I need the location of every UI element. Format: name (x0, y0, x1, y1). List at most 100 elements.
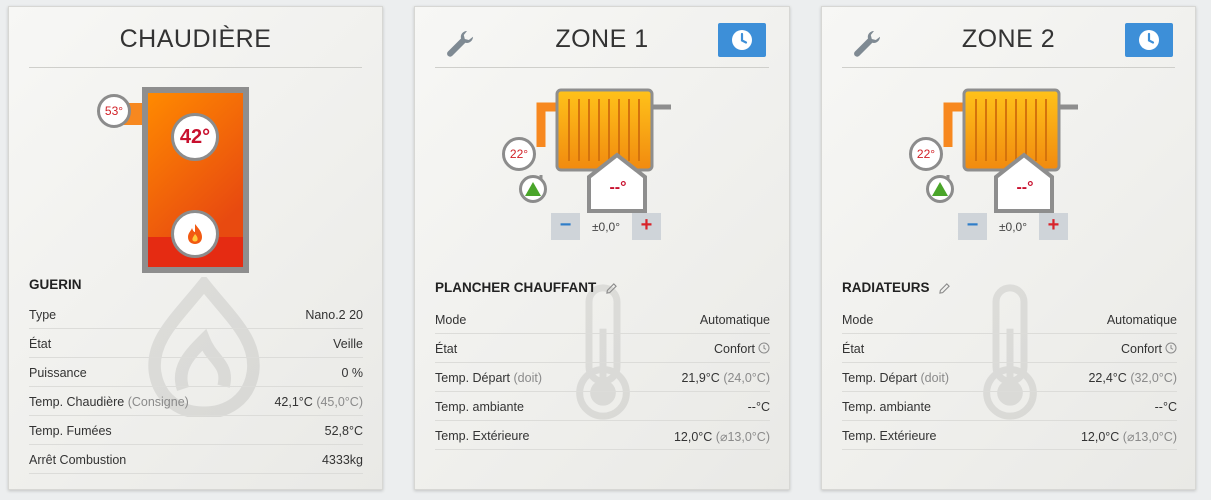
row-label-note: (doit) (920, 371, 949, 385)
row-label-note: (Consigne) (127, 395, 189, 409)
row-value-note: (⌀13,0°C) (1122, 429, 1177, 444)
row-value: 0 % (341, 366, 363, 380)
zone1-offset-value: ±0,0° (591, 219, 621, 234)
pump-icon (932, 182, 948, 196)
flue-temp-bubble: 53° (97, 94, 131, 128)
pencil-icon[interactable] (606, 283, 617, 294)
row-label-text: Mode (842, 313, 874, 327)
row-value-text: Automatique (1106, 313, 1177, 327)
row-value-text: Automatique (699, 313, 770, 327)
zone1-decrease-button[interactable]: − (551, 213, 580, 240)
row-label: Puissance (29, 366, 87, 380)
zone1-info-table: Mode Automatique État Confort Temp. Départ (… (435, 305, 770, 450)
row-label-text: Arrêt Combustion (29, 453, 127, 467)
zone1-pipe-temp-bubble: 22° (502, 137, 536, 171)
table-row: Arrêt Combustion 4333kg (29, 445, 363, 474)
zone2-room-temp: --° (1016, 179, 1034, 196)
zone1-name-label: PLANCHER CHAUFFANT (435, 280, 597, 295)
row-value-text: 12,0°C (1080, 429, 1120, 444)
row-value-note: (⌀13,0°C) (715, 429, 770, 444)
row-value-note: (32,0°C) (1130, 371, 1177, 385)
row-value-text: 0 % (341, 366, 363, 380)
row-value-text: Veille (333, 337, 363, 351)
row-label: Temp. Fumées (29, 424, 112, 438)
table-row: Type Nano.2 20 (29, 300, 363, 329)
row-value: Confort (1121, 342, 1177, 356)
water-temp-bubble: 42° (171, 113, 219, 161)
zone2-increase-button[interactable]: + (1039, 213, 1068, 240)
row-value: 21,9°C (24,0°C) (681, 371, 770, 385)
zone2-name-label: RADIATEURS (842, 280, 930, 295)
zone1-offset-control: − ±0,0° + (551, 213, 661, 240)
table-row: Temp. Départ (doit) 21,9°C (24,0°C) (435, 363, 770, 392)
table-row: État Confort (435, 334, 770, 363)
row-label-note: (doit) (513, 371, 542, 385)
row-value: 22,4°C (32,0°C) (1088, 371, 1177, 385)
schedule-button[interactable] (718, 23, 766, 57)
row-label: Temp. Départ (doit) (842, 371, 949, 385)
row-value-text: Nano.2 20 (305, 308, 363, 322)
title-divider (435, 67, 769, 68)
row-value: 42,1°C (45,0°C) (274, 395, 363, 409)
row-value-text: 4333kg (321, 453, 363, 467)
zone1-name: PLANCHER CHAUFFANT (435, 280, 617, 295)
row-label-text: Temp. ambiante (435, 400, 524, 414)
row-value-note: (24,0°C) (723, 371, 770, 385)
row-label-text: Temp. Départ (435, 371, 511, 385)
row-value: Automatique (700, 313, 770, 327)
row-label: Mode (842, 313, 873, 327)
zone1-room-temp: --° (609, 179, 627, 196)
row-value: Confort (714, 342, 770, 356)
zone1-increase-button[interactable]: + (632, 213, 661, 240)
table-row: État Veille (29, 329, 363, 358)
row-value-text: --°C (1154, 400, 1177, 414)
row-value-text: 42,1°C (274, 395, 313, 409)
row-label: Temp. ambiante (842, 400, 931, 414)
row-value: Nano.2 20 (305, 308, 363, 322)
boiler-card: CHAUDIÈRE 53° 42° GUERIN Type Nano.2 20 Ét… (8, 6, 383, 490)
zone1-pipe-temp: 22° (509, 147, 529, 161)
row-label-text: Temp. ambiante (842, 400, 931, 414)
row-value-text: 21,9°C (681, 371, 720, 385)
row-value: 4333kg (322, 453, 363, 467)
flue-temp-value: 53° (104, 104, 124, 118)
zone2-decrease-button[interactable]: − (958, 213, 987, 240)
title-divider (29, 67, 362, 68)
zone2-pipe-temp-bubble: 22° (909, 137, 943, 171)
row-label: État (435, 342, 457, 356)
row-value: 12,0°C (⌀13,0°C) (674, 429, 770, 444)
row-label: Mode (435, 313, 466, 327)
table-row: Mode Automatique (435, 305, 770, 334)
row-label-text: Puissance (29, 366, 87, 380)
row-value-text: 22,4°C (1088, 371, 1127, 385)
row-value: --°C (748, 400, 770, 414)
table-row: Temp. ambiante --°C (435, 392, 770, 421)
row-label: Temp. Extérieure (435, 429, 529, 443)
row-label: Temp. ambiante (435, 400, 524, 414)
table-row: Mode Automatique (842, 305, 1177, 334)
row-label-text: Mode (435, 313, 467, 327)
row-value: Veille (333, 337, 363, 351)
table-row: Temp. ambiante --°C (842, 392, 1177, 421)
schedule-button[interactable] (1125, 23, 1173, 57)
row-label: Arrêt Combustion (29, 453, 126, 467)
clock-icon (732, 30, 752, 50)
burner-bubble (171, 210, 219, 258)
row-value: 12,0°C (⌀13,0°C) (1081, 429, 1177, 444)
flame-icon (188, 224, 202, 244)
row-value-text: --°C (747, 400, 770, 414)
row-label: Temp. Chaudière (Consigne) (29, 395, 189, 409)
zone2-info-table: Mode Automatique État Confort Temp. Départ (… (842, 305, 1177, 450)
table-row: Temp. Extérieure 12,0°C (⌀13,0°C) (435, 421, 770, 450)
table-row: Temp. Départ (doit) 22,4°C (32,0°C) (842, 363, 1177, 392)
pencil-icon[interactable] (939, 283, 951, 294)
row-label: État (29, 337, 51, 351)
title-divider (842, 67, 1175, 68)
row-label: Type (29, 308, 56, 322)
boiler-title: CHAUDIÈRE (119, 25, 272, 53)
row-label-text: Temp. Extérieure (842, 429, 937, 443)
table-row: Puissance 0 % (29, 358, 363, 387)
clock-icon (758, 342, 770, 354)
row-label: Temp. Extérieure (842, 429, 936, 443)
boiler-info-table: Type Nano.2 20 État Veille Puissance 0 % Temp.… (29, 300, 363, 474)
